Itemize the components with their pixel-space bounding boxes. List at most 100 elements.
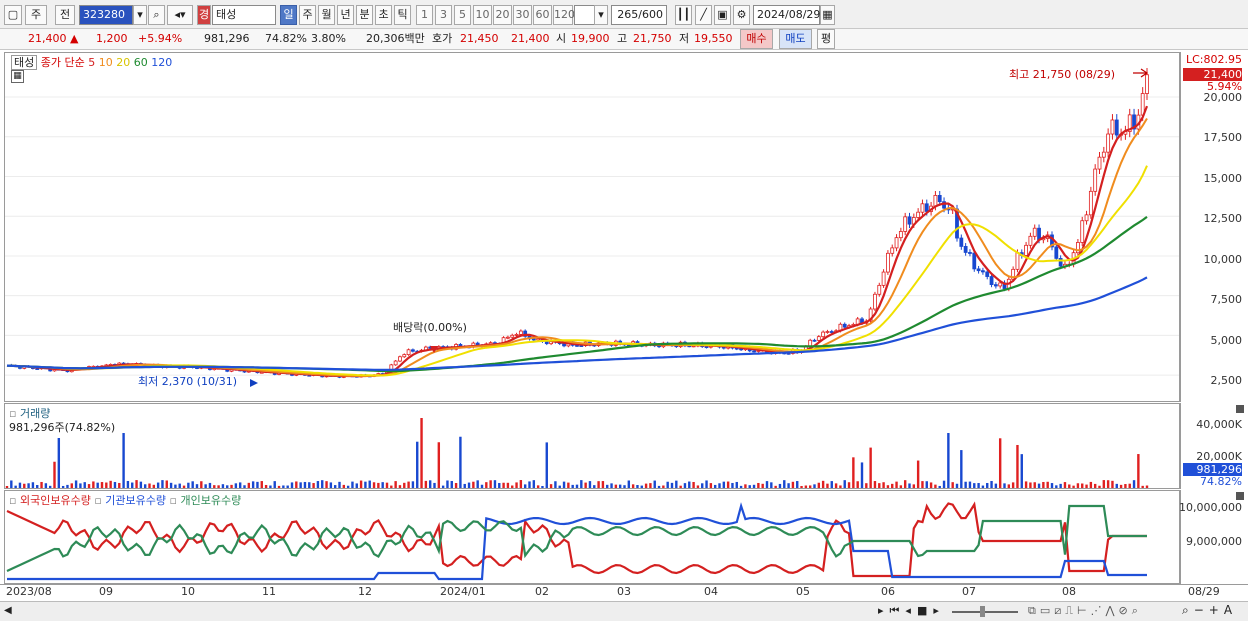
volume-bar — [372, 482, 376, 488]
candle-body — [579, 345, 584, 347]
volume-ratio: 74.82% — [265, 32, 307, 45]
period-minute[interactable]: 분 — [356, 5, 373, 25]
candle-body — [972, 252, 977, 270]
volume-bar — [57, 438, 61, 488]
volume-bar — [40, 481, 43, 488]
line-chart-icon[interactable]: ╱ — [695, 5, 712, 25]
close-icon[interactable] — [1236, 405, 1244, 413]
minute-30[interactable]: 30 — [513, 5, 532, 25]
period-year[interactable]: 년 — [337, 5, 354, 25]
zoom-slider[interactable] — [952, 611, 1018, 613]
eval-button[interactable]: 평 — [817, 29, 835, 49]
prev-button[interactable]: 전 — [55, 5, 75, 25]
zoom-controls[interactable]: ⌕−+A — [1182, 603, 1237, 618]
minute-3[interactable]: 3 — [435, 5, 452, 25]
volume-bar — [27, 483, 30, 488]
volume-bar — [921, 481, 924, 488]
volume-bar — [770, 482, 773, 488]
period-week[interactable]: 주 — [299, 5, 316, 25]
volume-bar — [787, 483, 790, 488]
volume-bar — [679, 485, 682, 488]
bar-count-total: /600 — [638, 8, 663, 21]
volume-bar — [53, 461, 56, 488]
hold-tick-9m: 9,000,000 — [1186, 535, 1242, 548]
scroll-left-icon[interactable]: ◀ — [4, 605, 12, 616]
price-chart-svg — [5, 67, 1179, 387]
volume-bar — [778, 483, 782, 488]
candle-body — [825, 331, 830, 333]
x-label: 08 — [1062, 585, 1076, 598]
close-icon[interactable] — [1236, 492, 1244, 500]
lc-label: LC:802.95 — [1185, 53, 1242, 66]
calendar-icon[interactable]: ▦ — [820, 5, 835, 25]
volume-bar — [981, 485, 985, 488]
volume-bar — [290, 482, 294, 488]
volume-bar — [735, 481, 738, 488]
period-month[interactable]: 월 — [318, 5, 335, 25]
sell-button[interactable]: 매도 — [779, 29, 812, 49]
volume-bar — [826, 483, 829, 488]
period-day[interactable]: 일 — [280, 5, 297, 25]
volume-bar — [1076, 483, 1080, 488]
search-icon[interactable]: ⌕ — [148, 5, 165, 25]
x-label: 06 — [881, 585, 895, 598]
period-tick[interactable]: 틱 — [394, 5, 411, 25]
volume-bar — [1029, 482, 1032, 488]
candle-body — [821, 331, 826, 338]
volume-y-axis[interactable]: 40,000K 20,000K 981,296 74.82% — [1180, 403, 1248, 489]
volume-bar — [195, 484, 199, 488]
minute-120[interactable]: 120 — [553, 5, 575, 25]
volume-bar — [938, 485, 941, 488]
minute-5[interactable]: 5 — [454, 5, 471, 25]
bar-count-field[interactable]: 265/600 — [611, 5, 667, 25]
candle-body — [985, 271, 990, 277]
date-field[interactable]: 2024/08/29 — [753, 5, 820, 25]
price-y-axis[interactable]: LC:802.95 21,400 5.94% 20,000 17,500 15,… — [1180, 52, 1248, 402]
volume-bar — [536, 485, 540, 488]
volume-bar — [472, 481, 475, 488]
volume-bar — [143, 484, 147, 488]
scroll-bar[interactable]: ◀ ▸⏮◂■▸ ⧉▭⧄⎍⊢⋰⋀⊘⌕ ⌕−+A — [0, 601, 1248, 621]
candle-body — [812, 339, 817, 342]
chart-toolbar: ▢ 주 전 323280 ▾ ⌕ ◂▾ 경 태성 일 주 월 년 분 초 틱 1… — [0, 0, 1248, 29]
candle-body — [881, 271, 886, 286]
current-price: 21,400 ▲ — [28, 32, 79, 45]
candle-body — [393, 360, 398, 366]
minute-10[interactable]: 10 — [473, 5, 492, 25]
volume-bar — [817, 482, 821, 488]
buy-button[interactable]: 매수 — [740, 29, 773, 49]
volume-bar — [1128, 483, 1131, 488]
stock-name-field[interactable]: 태성 — [212, 5, 276, 25]
drawing-tools[interactable]: ⧉▭⧄⎍⊢⋰⋀⊘⌕ — [1028, 604, 1142, 618]
volume-bar — [476, 480, 479, 488]
gear-icon[interactable]: ⚙ — [733, 5, 750, 25]
volume-bar — [528, 481, 531, 488]
zoom-slider-thumb[interactable] — [980, 606, 985, 617]
period-dropdown-icon[interactable]: ▾ — [594, 5, 608, 25]
playback-controls[interactable]: ▸⏮◂■▸ — [878, 604, 945, 618]
period-second[interactable]: 초 — [375, 5, 392, 25]
volume-bar — [282, 485, 285, 488]
window-menu-icon[interactable]: ▢ — [4, 5, 22, 25]
code-dropdown-icon[interactable]: ▾ — [133, 5, 147, 25]
minute-1[interactable]: 1 — [416, 5, 433, 25]
volume-bar — [912, 484, 916, 488]
volume-bar — [934, 484, 937, 488]
candle-icon[interactable]: ┃┃ — [675, 5, 692, 25]
x-label: 03 — [617, 585, 631, 598]
minute-20[interactable]: 20 — [493, 5, 512, 25]
volume-bar — [718, 483, 721, 488]
save-icon[interactable]: ▣ — [714, 5, 731, 25]
volume-bar — [338, 481, 341, 488]
volume-bar — [636, 485, 639, 488]
stock-code-input[interactable]: 323280 — [79, 5, 133, 25]
volume-bar — [739, 485, 743, 488]
minute-60[interactable]: 60 — [533, 5, 552, 25]
holding-y-axis[interactable]: 10,000,000 9,000,000 — [1179, 490, 1248, 584]
volume-bar — [208, 482, 212, 488]
sound-icon[interactable]: ◂▾ — [167, 5, 193, 25]
volume-bar — [675, 480, 678, 488]
volume-bar — [1106, 480, 1110, 488]
volume-bar — [869, 447, 872, 488]
market-select-button[interactable]: 주 — [25, 5, 47, 25]
